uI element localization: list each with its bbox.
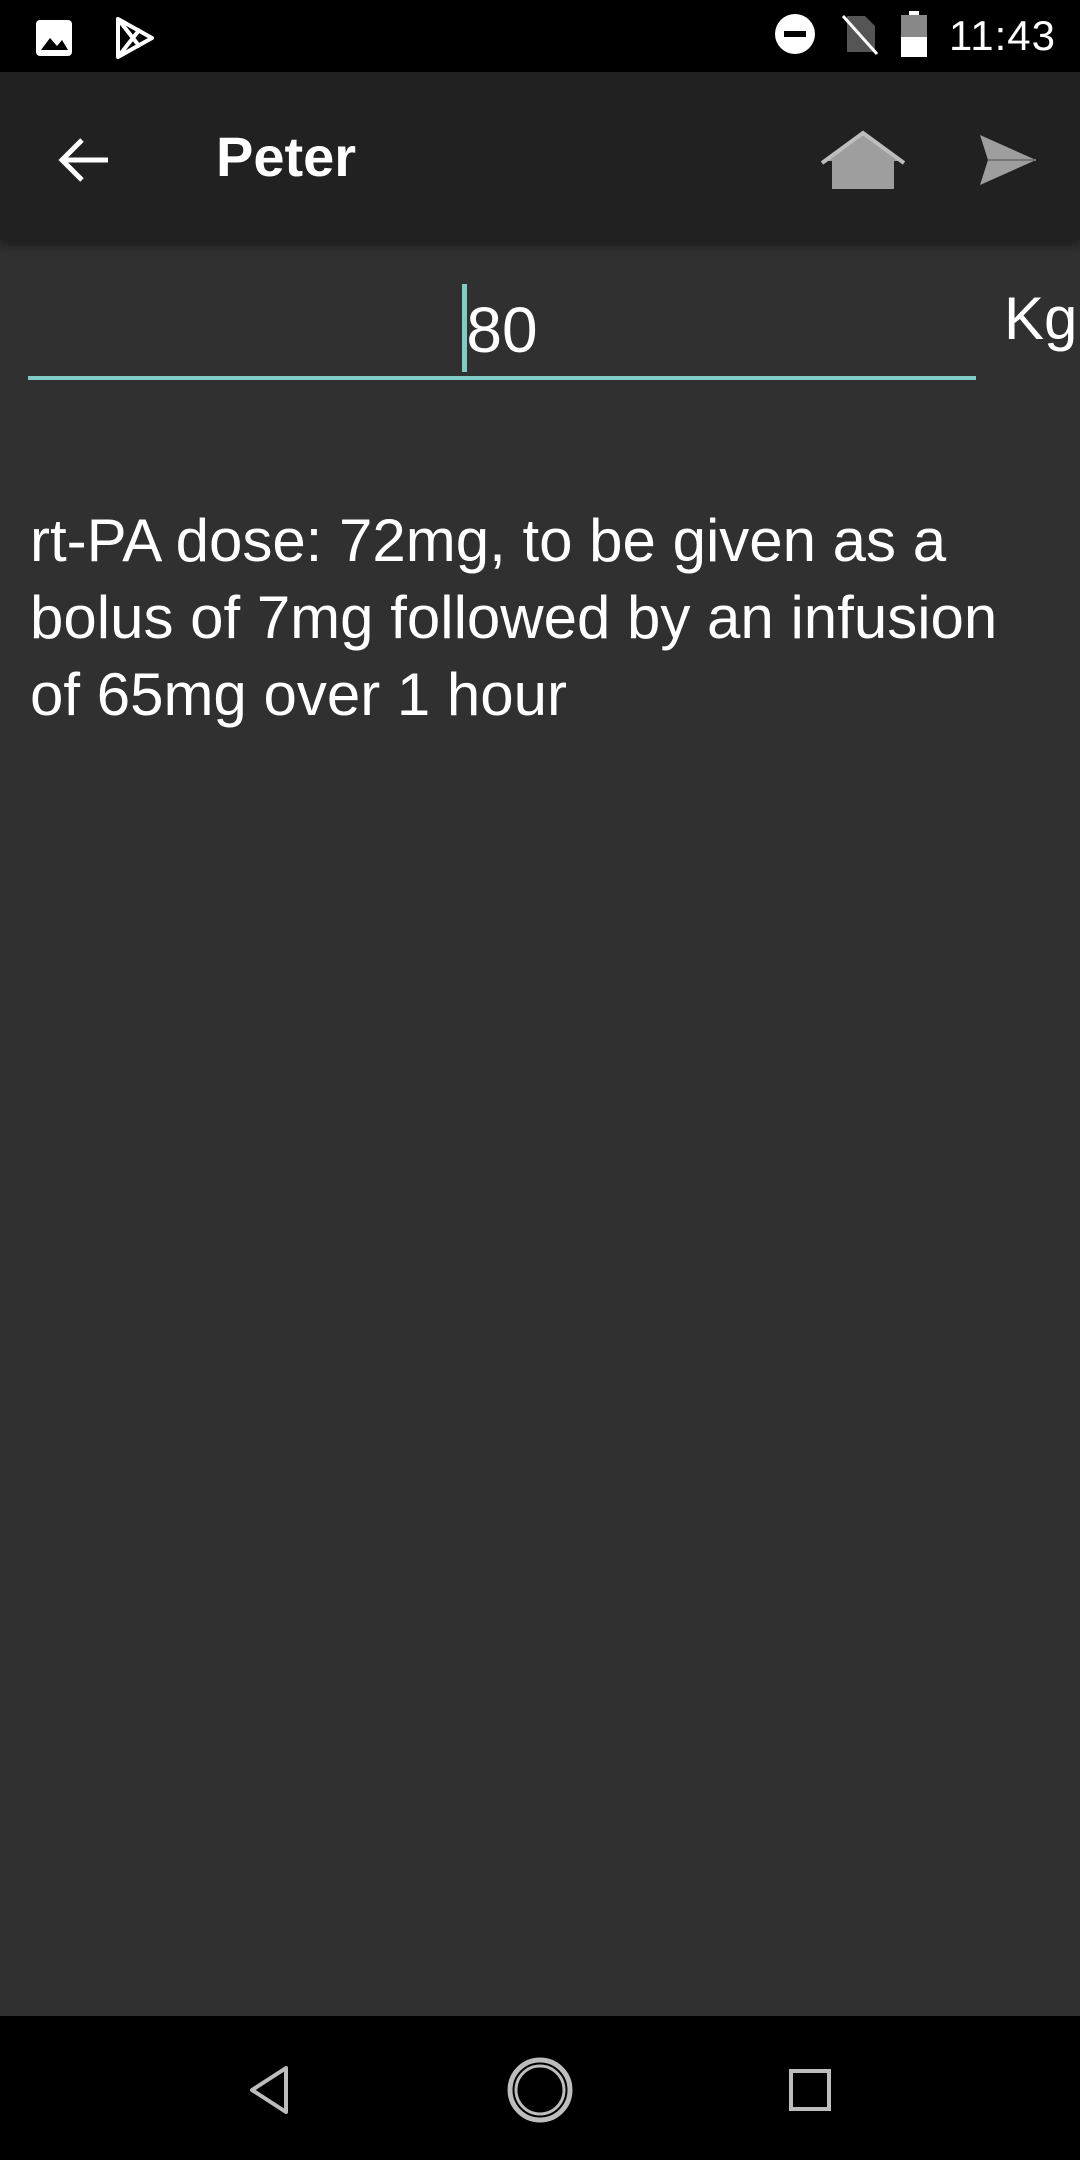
nav-back-icon bbox=[246, 2064, 294, 2121]
app-bar: Peter bbox=[0, 72, 1080, 240]
status-bar: 11:43 bbox=[0, 0, 1080, 72]
nav-recents-button[interactable] bbox=[770, 2052, 850, 2132]
status-time: 11:43 bbox=[949, 12, 1056, 59]
nav-recents-icon bbox=[787, 2067, 833, 2118]
do-not-disturb-icon bbox=[773, 12, 817, 61]
play-store-icon bbox=[112, 16, 156, 65]
back-arrow-icon bbox=[56, 136, 112, 189]
weight-row: Kg bbox=[28, 270, 1080, 390]
back-button[interactable] bbox=[44, 122, 124, 202]
nav-home-button[interactable] bbox=[500, 2052, 580, 2132]
weight-unit-label: Kg bbox=[1004, 285, 1078, 352]
nav-back-button[interactable] bbox=[230, 2052, 310, 2132]
image-icon bbox=[34, 18, 74, 63]
text-cursor bbox=[462, 284, 467, 372]
battery-icon bbox=[901, 10, 927, 62]
home-icon bbox=[820, 129, 906, 196]
dose-result-text: rt-PA dose: 72mg, to be given as a bolus… bbox=[30, 507, 998, 728]
weight-input[interactable] bbox=[28, 284, 976, 380]
navigation-bar bbox=[0, 2016, 1080, 2160]
page-title: Peter bbox=[216, 125, 357, 188]
no-sim-icon bbox=[839, 12, 879, 61]
home-button[interactable] bbox=[815, 122, 911, 202]
nav-home-icon bbox=[505, 2055, 575, 2130]
send-button[interactable] bbox=[968, 122, 1048, 202]
send-icon bbox=[978, 133, 1038, 192]
